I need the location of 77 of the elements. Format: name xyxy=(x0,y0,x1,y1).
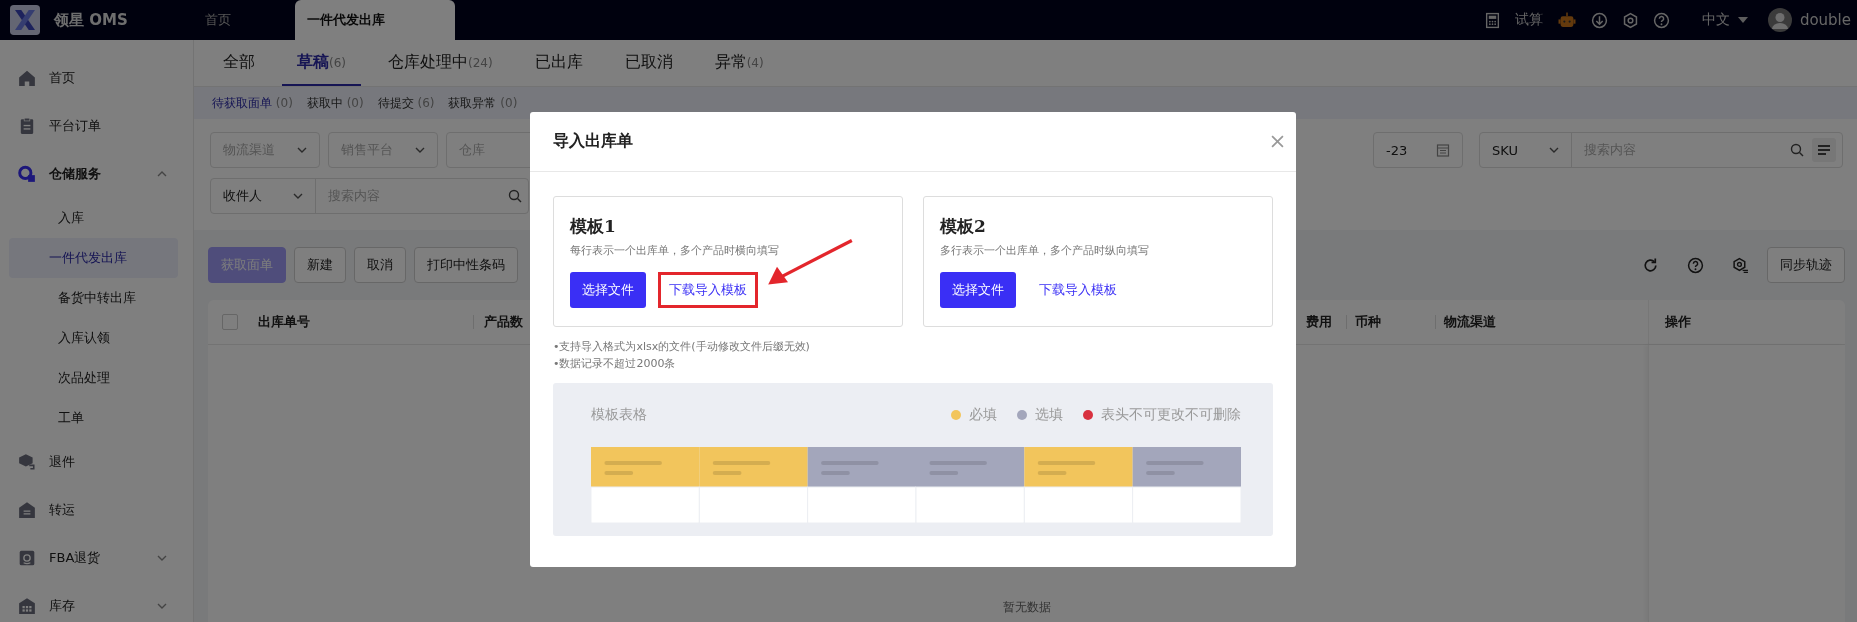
status-tab[interactable]: 全部 xyxy=(208,40,270,86)
sidebar-item[interactable]: 首页 xyxy=(0,54,193,102)
settings-icon[interactable] xyxy=(1621,11,1639,29)
sub-tab[interactable]: 待提交 (6) xyxy=(375,94,437,112)
status-tab[interactable]: 已出库 xyxy=(519,40,598,86)
legend-label: 选填 xyxy=(1035,406,1063,424)
choose-file-button[interactable]: 选择文件 xyxy=(570,272,646,308)
warehouse-icon xyxy=(18,165,36,183)
sidebar-item[interactable]: 仓储服务 xyxy=(0,150,193,198)
sidebar-subitem[interactable]: 工单 xyxy=(9,398,178,438)
calendar-icon xyxy=(1436,143,1450,157)
select-all-checkbox[interactable] xyxy=(222,314,238,330)
legend-label: 表头不可更改不可删除 xyxy=(1101,406,1241,424)
action-button[interactable]: 打印中性条码 xyxy=(414,247,518,283)
user-name[interactable]: double xyxy=(1799,11,1851,29)
status-tab[interactable]: 已取消 xyxy=(609,40,688,86)
template-description: 每行表示一个出库单，多个产品时横向填写 xyxy=(570,243,780,258)
empty-message: 暂无数据 xyxy=(1002,599,1051,616)
column-header: 物流渠道 xyxy=(1443,313,1497,331)
sub-tab[interactable]: 获取异常 (0) xyxy=(446,94,520,112)
sidebar-subitem[interactable]: 备货中转出库 xyxy=(9,278,178,318)
template-description: 多行表示一个出库单，多个产品时纵向填写 xyxy=(940,243,1150,258)
date-field[interactable]: -23 xyxy=(1373,132,1463,168)
clipboard-icon xyxy=(18,117,36,135)
sub-tab[interactable]: 获取中 (0) xyxy=(304,94,366,112)
sidebar-item[interactable]: 退件 xyxy=(0,438,193,486)
sidebar-subitem[interactable]: 入库认领 xyxy=(9,318,178,358)
page-tab[interactable]: 首页 xyxy=(205,0,295,40)
logo-icon xyxy=(10,5,40,35)
app-name: 领星 OMS xyxy=(54,10,128,30)
sidebar-subitem[interactable]: 一件代发出库 xyxy=(9,238,178,278)
import-note: •支持导入格式为xlsx的文件(手动修改文件后缀无效) xyxy=(553,339,811,354)
home-icon xyxy=(18,69,36,87)
chevron-icon xyxy=(415,147,425,153)
action-button[interactable]: 取消 xyxy=(354,247,406,283)
calculator-link[interactable]: 试算 xyxy=(1514,11,1543,29)
download-template-link[interactable]: 下载导入模板 xyxy=(658,272,758,308)
column-header: 产品数 xyxy=(484,313,523,331)
preview-title: 模板表格 xyxy=(591,406,647,424)
refresh-icon[interactable] xyxy=(1642,256,1659,274)
action-button[interactable]: 新建 xyxy=(294,247,346,283)
dialog-title: 导入出库单 xyxy=(553,131,634,152)
house-icon xyxy=(18,501,36,519)
download-icon[interactable] xyxy=(1590,11,1608,29)
column-header: 费用 xyxy=(1306,313,1333,331)
language-select[interactable]: 中文 xyxy=(1695,10,1754,30)
avatar-icon[interactable] xyxy=(1767,8,1792,32)
grid-icon xyxy=(18,597,36,615)
page-tab[interactable]: 一件代发出库 xyxy=(295,0,455,40)
sidebar-subitem[interactable]: 次品处理 xyxy=(9,358,178,398)
sidebar-item[interactable]: FBA退货 xyxy=(0,534,193,582)
sub-tab[interactable]: 待获取面单 (0) xyxy=(210,94,295,112)
package-icon xyxy=(18,453,36,471)
download-template-link[interactable]: 下载导入模板 xyxy=(1028,272,1128,308)
column-header: 币种 xyxy=(1354,313,1382,331)
sidebar-item[interactable]: 转运 xyxy=(0,486,193,534)
amazon-icon xyxy=(18,549,36,567)
template-title: 模板1 xyxy=(570,215,617,238)
calculator-icon[interactable] xyxy=(1483,11,1501,29)
sidebar-item[interactable]: 库存 xyxy=(0,582,193,622)
sync-button[interactable]: 同步轨迹 xyxy=(1767,247,1845,283)
sidebar-subitem[interactable]: 入库 xyxy=(9,198,178,238)
template-title: 模板2 xyxy=(940,215,987,238)
legend-label: 必填 xyxy=(969,406,997,424)
chevron-icon xyxy=(297,147,307,153)
column-header: 出库单号 xyxy=(258,313,311,331)
caret-icon xyxy=(1737,17,1748,23)
choose-file-button[interactable]: 选择文件 xyxy=(940,272,1016,308)
column-settings-icon[interactable] xyxy=(1732,256,1749,274)
status-tab[interactable]: 仓库处理中(24) xyxy=(373,40,508,86)
status-tab[interactable]: 异常(4) xyxy=(699,40,779,86)
column-header: 操作 xyxy=(1648,300,1845,344)
help-icon[interactable] xyxy=(1687,256,1704,274)
robot-icon[interactable] xyxy=(1556,11,1577,29)
sidebar-item[interactable]: 平台订单 xyxy=(0,102,193,150)
import-note: •数据记录不超过2000条 xyxy=(553,356,677,371)
close-icon[interactable] xyxy=(1271,135,1284,148)
